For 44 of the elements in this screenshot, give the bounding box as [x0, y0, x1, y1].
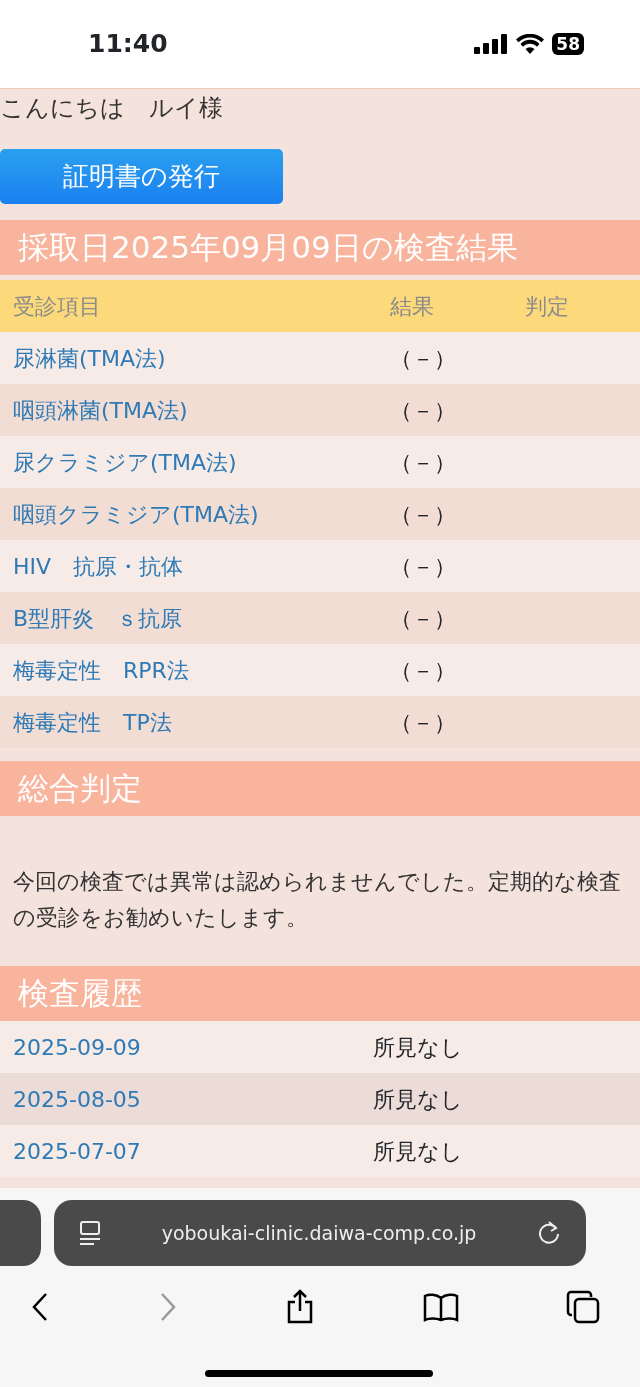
result-cell-text: （－） [390, 448, 457, 477]
clock-time: 11:40 [88, 28, 168, 61]
book-icon[interactable] [422, 1292, 459, 1322]
finding-cell-text: 所見なし [373, 1137, 463, 1166]
test-item-link[interactable]: 尿淋菌(TMA法) [13, 345, 166, 371]
test-item-link[interactable]: B型肝炎 ｓ抗原 [13, 605, 183, 631]
result-cell-text: （－） [390, 604, 457, 633]
column-header: 結果 [390, 292, 435, 321]
summary-text: 今回の検査では異常は認められませんでした。定期的な検査の受診をお勧めいたします。 [12, 868, 622, 932]
test-item-link[interactable]: 梅毒定性 TP法 [13, 709, 172, 735]
wifi-icon [516, 34, 545, 54]
section-heading: 採取日2025年09月09日の検査結果 [0, 220, 640, 275]
result-cell-text: （－） [390, 552, 457, 581]
test-item-link[interactable]: 咽頭淋菌(TMA法) [13, 397, 188, 423]
column-header: 受診項目 [12, 292, 102, 321]
user-name: ルイ様 [149, 93, 223, 124]
back-icon[interactable] [30, 1291, 50, 1323]
reload-icon[interactable] [536, 1220, 562, 1246]
test-item-link[interactable]: HIV 抗原・抗体 [13, 553, 184, 579]
result-cell-text: （－） [390, 708, 457, 737]
reader-icon[interactable] [78, 1220, 102, 1246]
greeting-text: こんにちは [0, 93, 125, 124]
share-icon[interactable] [285, 1289, 315, 1325]
column-header: 判定 [525, 292, 570, 321]
history-date-link[interactable]: 2025-07-07 [13, 1138, 141, 1164]
battery-level: 58 [552, 33, 584, 55]
test-item-link[interactable]: 梅毒定性 RPR法 [13, 657, 189, 683]
certificate-button[interactable]: 証明書の発行 [0, 149, 283, 204]
test-item-link[interactable]: 咽頭クラミジア(TMA法) [13, 501, 259, 527]
finding-cell-text: 所見なし [373, 1085, 463, 1114]
history-date-link[interactable]: 2025-08-05 [13, 1086, 141, 1112]
tabs-icon[interactable] [566, 1290, 600, 1324]
section-heading: 検査履歴 [0, 966, 640, 1021]
history-date-link[interactable]: 2025-09-09 [13, 1034, 141, 1060]
address-bar[interactable]: yoboukai-clinic.daiwa-comp.co.jp [54, 1200, 586, 1266]
result-cell-text: （－） [390, 656, 457, 685]
url-text: yoboukai-clinic.daiwa-comp.co.jp [161, 1220, 477, 1246]
section-heading: 総合判定 [0, 761, 640, 816]
finding-cell-text: 所見なし [373, 1033, 463, 1062]
result-cell-text: （－） [390, 500, 457, 529]
test-item-link[interactable]: 尿クラミジア(TMA法) [13, 449, 237, 475]
signal-icon [474, 34, 509, 54]
result-cell-text: （－） [390, 344, 457, 373]
result-cell-text: （－） [390, 396, 457, 425]
